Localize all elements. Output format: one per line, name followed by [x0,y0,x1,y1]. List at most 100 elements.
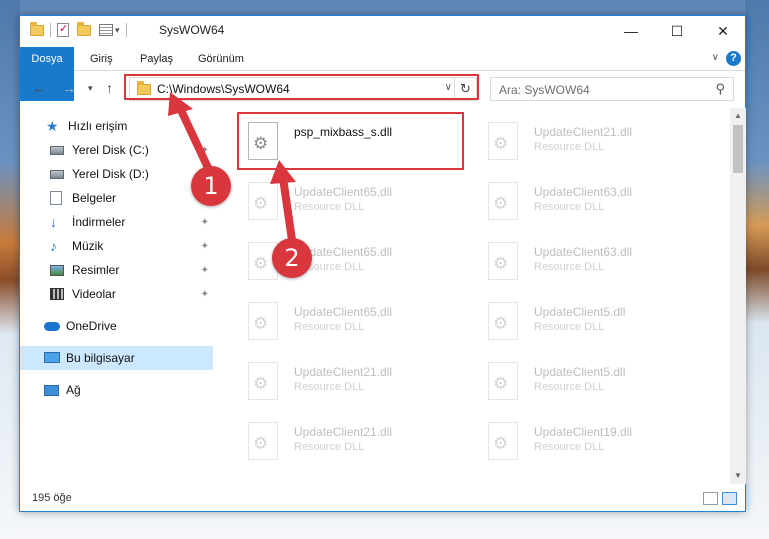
sidebar-item-label: İndirmeler [72,215,126,229]
address-bar-highlight [124,74,479,100]
sidebar-item-this-pc[interactable]: Bu bilgisayar [20,346,213,370]
search-icon[interactable]: ⚲ [715,81,725,97]
file-name: UpdateClient63.dll [534,185,633,199]
desktop-wallpaper-right [745,0,769,539]
sidebar-item-label: Hızlı erişim [68,119,128,133]
file-name: UpdateClient19.dll [534,425,633,439]
file-item[interactable]: UpdateClient5.dll Resource DLL [478,354,708,408]
vertical-scrollbar[interactable]: ▲ ▼ [730,108,746,484]
tab-home[interactable]: Giriş [80,47,123,71]
sidebar-item-label: Ağ [66,383,81,397]
scrollbar-thumb[interactable] [733,125,743,173]
file-name: UpdateClient21.dll [294,425,393,439]
sidebar-item-onedrive[interactable]: OneDrive [20,314,213,338]
dll-file-icon [248,362,278,400]
properties-check-icon[interactable] [57,22,69,37]
dll-file-icon [488,362,518,400]
computer-icon [44,351,60,365]
dll-file-icon [488,122,518,160]
forward-arrow-icon[interactable]: → [62,80,76,96]
toolbar-divider [50,23,51,37]
file-item[interactable]: UpdateClient21.dll Resource DLL [238,414,468,468]
new-folder-icon[interactable] [77,21,91,36]
pin-icon[interactable]: ✦ [201,217,209,228]
dll-file-icon [248,302,278,340]
scroll-down-arrow-icon[interactable]: ▼ [730,468,746,484]
file-item[interactable]: UpdateClient21.dll Resource DLL [478,114,708,168]
pin-icon[interactable]: ✦ [201,265,209,276]
sidebar-item-documents[interactable]: Belgeler ✦ [20,186,213,210]
step-1-badge: 1 [191,166,231,206]
view-options-icon[interactable] [99,24,113,36]
tab-view[interactable]: Görünüm [188,47,254,71]
folder-icon [30,21,44,36]
sidebar-item-quick-access[interactable]: ★ Hızlı erişim [20,114,213,138]
dll-file-icon [488,422,518,460]
help-button[interactable]: ? [726,51,741,66]
file-item[interactable]: UpdateClient63.dll Resource DLL [478,174,708,228]
videos-icon [50,287,66,301]
file-item[interactable]: UpdateClient65.dll Resource DLL [238,174,468,228]
file-highlight [237,112,464,170]
sidebar-item-label: Videolar [72,287,116,301]
status-bar: 195 öğe [20,487,745,511]
recent-locations-chevron-icon[interactable]: ▾ [88,83,93,94]
details-view-icon[interactable] [703,492,718,505]
minimize-button[interactable]: — [608,16,654,46]
file-name: UpdateClient21.dll [294,365,393,379]
desktop-wallpaper-left [0,0,20,539]
file-type: Resource DLL [534,261,605,273]
back-arrow-icon[interactable]: ← [32,80,46,96]
dll-file-icon [248,182,278,220]
pin-icon[interactable]: ✦ [201,145,209,156]
sidebar-item-pictures[interactable]: Resimler ✦ [20,258,213,282]
sidebar-item-local-disk-d[interactable]: Yerel Disk (D:) ✦ [20,162,213,186]
sidebar-item-label: Müzik [72,239,104,253]
quick-access-toolbar: ▾ [30,21,133,37]
ribbon-expand-chevron-icon[interactable]: ∨ [712,52,719,63]
item-count: 195 öğe [32,492,72,504]
dll-file-icon [488,182,518,220]
file-type: Resource DLL [294,381,365,393]
qa-dropdown-icon[interactable]: ▾ [115,25,120,36]
cloud-icon [44,319,60,333]
sidebar-item-label: Yerel Disk (C:) [72,143,149,157]
up-arrow-icon[interactable]: ↑ [106,80,113,96]
scroll-up-arrow-icon[interactable]: ▲ [730,108,746,124]
file-name: UpdateClient65.dll [294,305,393,319]
file-type: Resource DLL [534,321,605,333]
ribbon-tabs: Dosya Giriş Paylaş Görünüm ∨ ? [20,47,745,101]
file-name: UpdateClient63.dll [534,245,633,259]
sidebar-item-label: Yerel Disk (D:) [72,167,149,181]
file-item[interactable]: UpdateClient63.dll Resource DLL [478,234,708,288]
sidebar-item-label: Bu bilgisayar [66,351,135,365]
pictures-icon [50,263,66,277]
sidebar-item-downloads[interactable]: ↓ İndirmeler ✦ [20,210,213,234]
sidebar-item-videos[interactable]: Videolar ✦ [20,282,213,306]
file-type: Resource DLL [534,381,605,393]
file-item[interactable]: UpdateClient5.dll Resource DLL [478,294,708,348]
sidebar-item-network[interactable]: Ağ [20,378,213,402]
file-item[interactable]: UpdateClient21.dll Resource DLL [238,354,468,408]
pin-icon[interactable]: ✦ [201,241,209,252]
maximize-button[interactable]: ☐ [654,16,700,46]
tab-share[interactable]: Paylaş [130,47,183,71]
close-button[interactable]: ✕ [700,16,746,46]
drive-icon [50,167,66,181]
downloads-icon: ↓ [50,214,57,230]
large-icons-view-icon[interactable] [722,492,737,505]
file-type: Resource DLL [294,321,365,333]
pin-icon[interactable]: ✦ [201,289,209,300]
window-title: SysWOW64 [159,23,225,37]
file-item[interactable]: UpdateClient19.dll Resource DLL [478,414,708,468]
title-bar: ▾ SysWOW64 — ☐ ✕ [20,16,745,47]
search-input[interactable]: Ara: SysWOW64 ⚲ [490,77,734,101]
step-2-badge: 2 [272,238,312,278]
navigation-pane: ★ Hızlı erişim Yerel Disk (C:) ✦ Yerel D… [20,108,213,484]
sidebar-item-music[interactable]: ♪ Müzik ✦ [20,234,213,258]
dll-file-icon [488,302,518,340]
sidebar-item-local-disk-c[interactable]: Yerel Disk (C:) ✦ [20,138,213,162]
file-type: Resource DLL [534,141,605,153]
file-item[interactable]: UpdateClient65.dll Resource DLL [238,294,468,348]
search-placeholder: Ara: SysWOW64 [499,83,590,97]
